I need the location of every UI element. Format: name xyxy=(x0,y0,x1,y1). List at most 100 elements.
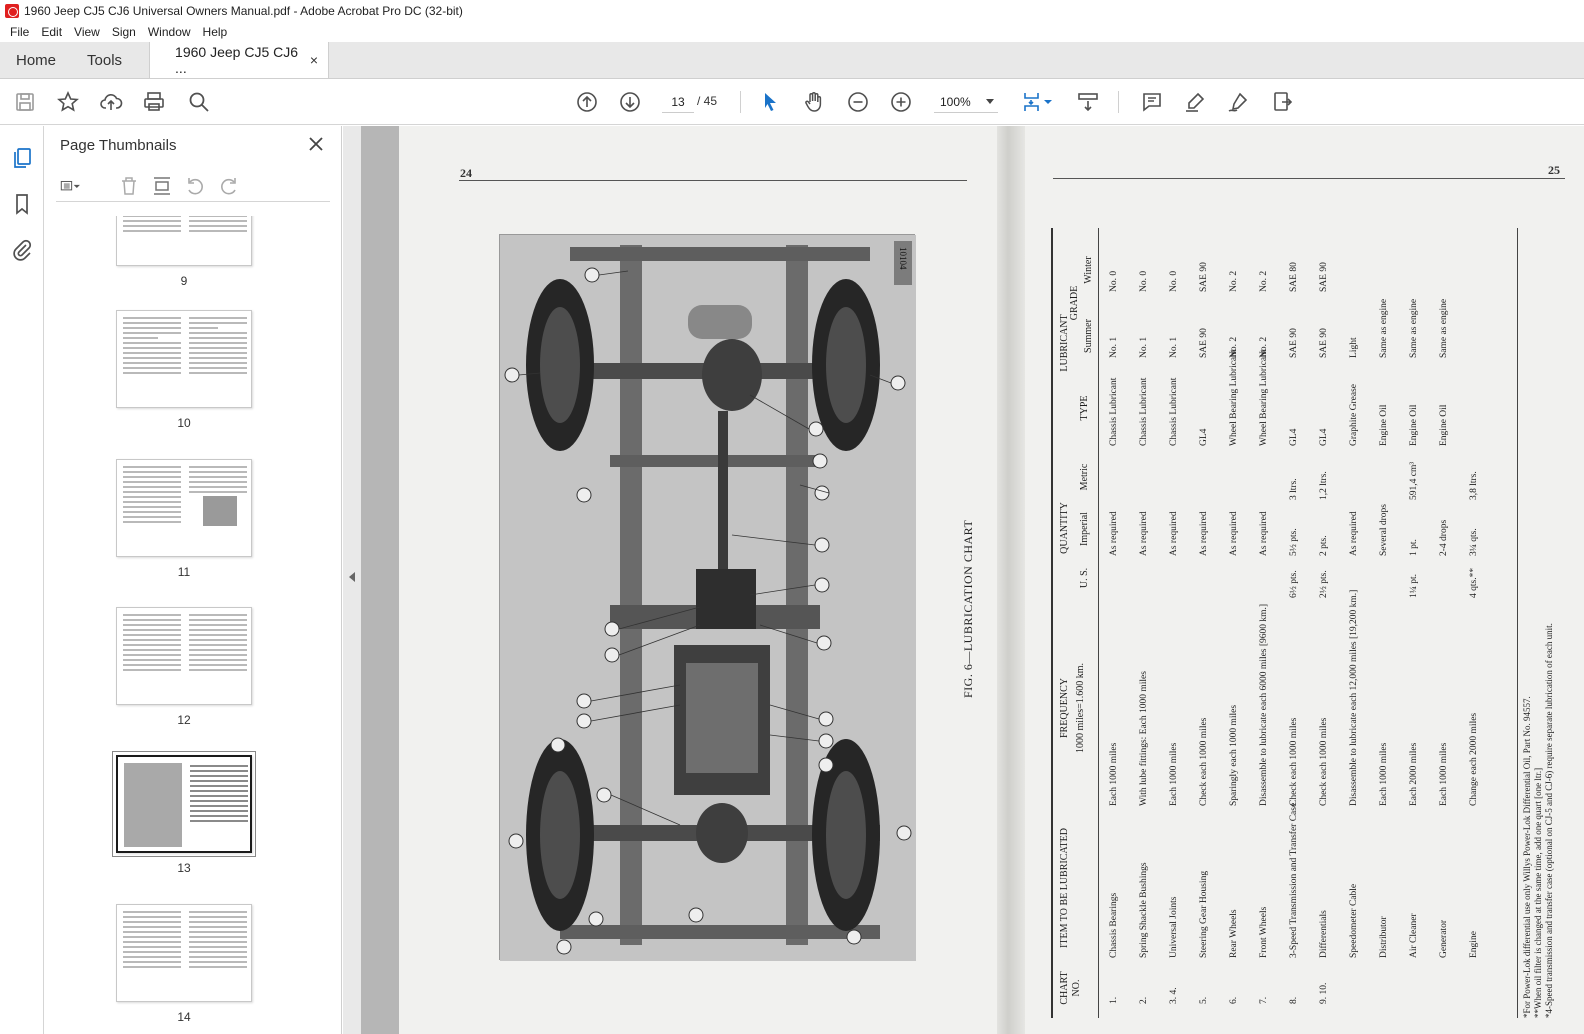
cell-type: GL4 xyxy=(1289,428,1299,446)
thumbnail-list: 9 10 11 12 13 14 xyxy=(44,216,342,1034)
attachment-icon[interactable] xyxy=(10,238,34,262)
tab-tools[interactable]: Tools xyxy=(71,42,137,78)
thumbnail-page-11[interactable]: 11 xyxy=(116,459,252,579)
cell-item: Speedometer Cable xyxy=(1349,883,1359,958)
rotate-right-icon[interactable] xyxy=(218,175,242,199)
zoom-level-dropdown[interactable]: 100% xyxy=(934,91,998,113)
zoom-in-icon[interactable] xyxy=(888,89,914,115)
cell-winter: No. 2 xyxy=(1259,270,1269,292)
thumbnail-page-label: 13 xyxy=(177,861,191,875)
thumbnail-page-10[interactable]: 10 xyxy=(116,310,252,430)
cell-frequency: Each 1000 miles xyxy=(1169,742,1179,806)
menu-file[interactable]: File xyxy=(4,25,35,39)
cell-us: 4 qts.** xyxy=(1469,567,1479,598)
zoom-search-icon[interactable] xyxy=(186,89,212,115)
table-row: 2. Spring Shackle Bushings With lube fit… xyxy=(1139,228,1165,1018)
figure-caption: FIG. 6—LUBRICATION CHART xyxy=(961,519,975,698)
cell-no: 5. xyxy=(1199,996,1209,1004)
cell-imperial: As required xyxy=(1259,511,1269,556)
rotate-left-icon[interactable] xyxy=(184,175,208,199)
highlight-pen-icon[interactable] xyxy=(1182,89,1208,115)
thumbnail-page-14[interactable]: 14 xyxy=(116,904,252,1024)
left-page-number: 24 xyxy=(460,166,472,180)
header-us: U. S. xyxy=(1079,567,1090,589)
cell-no: 3. 4. xyxy=(1169,987,1179,1004)
cell-item: Steering Gear Housing xyxy=(1199,870,1209,958)
thumbnail-page-label: 14 xyxy=(177,1010,191,1024)
cell-imperial: As required xyxy=(1109,511,1119,556)
cell-frequency: Each 2000 miles xyxy=(1409,742,1419,806)
menu-sign[interactable]: Sign xyxy=(106,25,142,39)
toolbar-divider xyxy=(1118,91,1119,113)
cell-winter: SAE 80 xyxy=(1289,262,1299,292)
bookmark-icon[interactable] xyxy=(10,192,34,216)
tab-close-icon[interactable]: × xyxy=(310,52,318,68)
insert-pages-icon[interactable] xyxy=(151,175,175,199)
header-frequency: FREQUENCY xyxy=(1059,678,1070,739)
cell-winter: No. 0 xyxy=(1169,270,1179,292)
panel-collapse-handle[interactable] xyxy=(343,126,361,1034)
export-pdf-icon[interactable] xyxy=(1269,89,1295,115)
cloud-upload-icon[interactable] xyxy=(98,89,124,115)
page-number-input[interactable]: 13 xyxy=(662,91,694,113)
header-item: ITEM TO BE LUBRICATED xyxy=(1059,828,1070,948)
thumbnail-page-12[interactable]: 12 xyxy=(116,607,252,727)
cell-imperial: Several drops xyxy=(1379,504,1389,556)
thumbnail-image xyxy=(116,904,252,1002)
document-viewer[interactable]: 24 10104 FIG. 6—LUBRICATION CHART 25 CHA… xyxy=(361,126,1584,1034)
cell-type: Chassis Lubricant xyxy=(1109,377,1119,446)
hand-tool-icon[interactable] xyxy=(801,89,827,115)
cell-no: 1. xyxy=(1109,996,1119,1004)
page-thumbnails-icon[interactable] xyxy=(10,146,34,170)
left-navigation-rail xyxy=(0,126,44,1034)
cell-winter: SAE 90 xyxy=(1199,262,1209,292)
chevron-down-icon[interactable] xyxy=(1042,89,1054,115)
table-row: 1. Chassis Bearings Each 1000 miles As r… xyxy=(1109,228,1135,1018)
cell-frequency: Disassemble to lubricate each 12,000 mil… xyxy=(1349,589,1359,806)
thumbnail-page-label: 11 xyxy=(177,565,191,579)
cell-imperial: As required xyxy=(1169,511,1179,556)
page-spread: 24 10104 FIG. 6—LUBRICATION CHART 25 CHA… xyxy=(399,126,1584,1034)
sign-icon[interactable] xyxy=(1225,89,1251,115)
star-icon[interactable] xyxy=(55,89,81,115)
menu-window[interactable]: Window xyxy=(142,25,197,39)
select-pointer-icon[interactable] xyxy=(757,89,783,115)
menu-help[interactable]: Help xyxy=(197,25,234,39)
cell-summer: No. 1 xyxy=(1169,336,1179,358)
lubrication-table: CHART NO. ITEM TO BE LUBRICATED FREQUENC… xyxy=(1051,228,1569,1018)
tab-document[interactable]: 1960 Jeep CJ5 CJ6 ... × xyxy=(149,42,330,78)
cell-frequency: Sparingly each 1000 miles xyxy=(1229,704,1239,806)
close-icon[interactable] xyxy=(306,134,326,154)
save-icon[interactable] xyxy=(12,89,38,115)
cell-imperial: 3¼ qts. xyxy=(1469,528,1479,556)
thumbnail-image xyxy=(112,751,256,857)
comment-icon[interactable] xyxy=(1139,89,1165,115)
previous-page-icon[interactable] xyxy=(574,89,600,115)
page-thumbnails-panel: Page Thumbnails 9 10 11 12 13 14 xyxy=(44,126,380,1034)
cell-frequency: Check each 1000 miles xyxy=(1289,717,1299,806)
thumbnail-page-13[interactable]: 13 xyxy=(112,751,256,875)
options-menu-icon[interactable] xyxy=(60,175,94,199)
table-footnotes: *For Power-Lok differential use only Wil… xyxy=(1517,228,1555,1018)
print-icon[interactable] xyxy=(141,89,167,115)
tab-home[interactable]: Home xyxy=(0,42,71,78)
menu-view[interactable]: View xyxy=(68,25,106,39)
thumbnail-page-9[interactable]: 9 xyxy=(116,216,252,288)
cell-winter: SAE 90 xyxy=(1319,262,1329,292)
cell-summer: Same as engine xyxy=(1439,298,1449,358)
scroll-mode-icon[interactable] xyxy=(1075,89,1101,115)
zoom-out-icon[interactable] xyxy=(845,89,871,115)
cell-frequency: Each 1000 miles xyxy=(1439,742,1449,806)
menu-edit[interactable]: Edit xyxy=(35,25,68,39)
table-row: Speedometer Cable Disassemble to lubrica… xyxy=(1349,228,1375,1018)
cell-us: 2½ pts. xyxy=(1319,570,1329,598)
cell-type: Graphite Grease xyxy=(1349,384,1359,446)
cell-metric: 1,2 ltrs. xyxy=(1319,471,1329,500)
cell-item: Differentials xyxy=(1319,910,1329,958)
cell-frequency: Each 1000 miles xyxy=(1379,742,1389,806)
cell-frequency: With lube fittings: Each 1000 miles xyxy=(1139,671,1149,806)
thumbnail-page-label: 9 xyxy=(180,274,188,288)
right-header-rule xyxy=(1053,178,1565,179)
delete-trash-icon[interactable] xyxy=(118,175,142,199)
next-page-icon[interactable] xyxy=(617,89,643,115)
